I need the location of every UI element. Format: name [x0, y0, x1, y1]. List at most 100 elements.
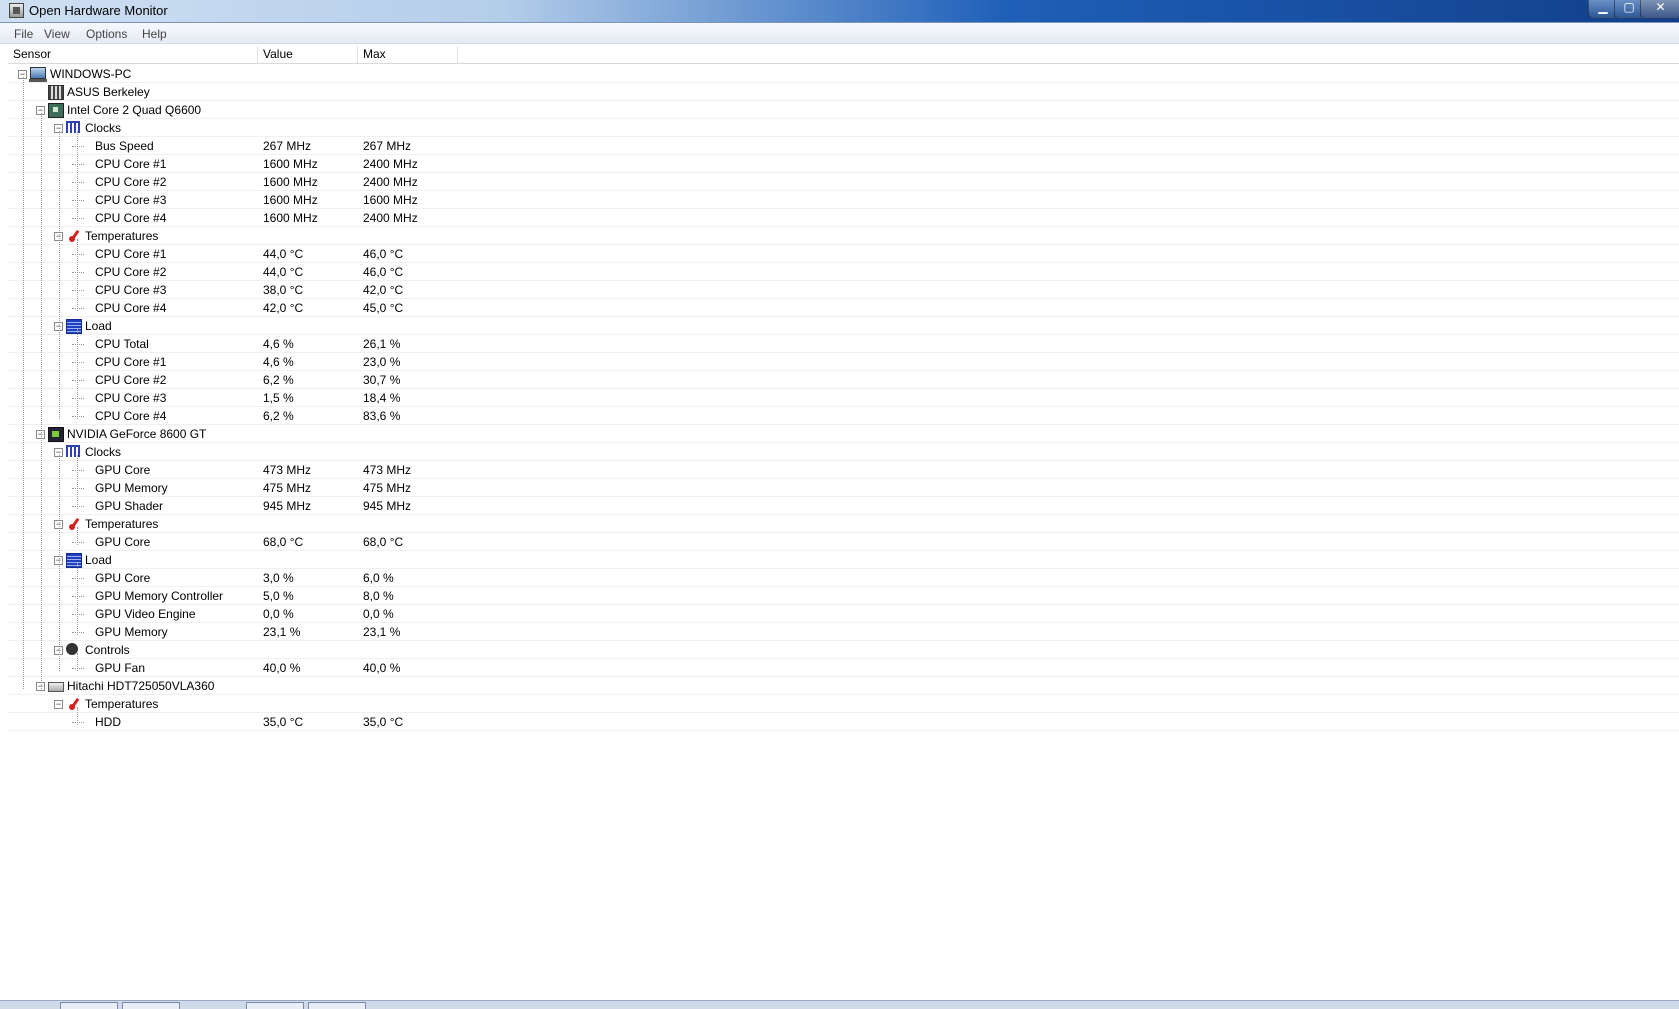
sensor-label: CPU Total	[95, 337, 149, 351]
sensor-row[interactable]: CPU Total 4,6 % 26,1 %	[8, 335, 1679, 353]
collapse-toggle[interactable]: −	[54, 700, 63, 709]
sensor-row[interactable]: CPU Core #4 1600 MHz 2400 MHz	[8, 209, 1679, 227]
sensor-label: ASUS Berkeley	[67, 85, 150, 99]
tree-node-row[interactable]: − Temperatures	[8, 227, 1679, 245]
sensor-max: 0,0 %	[363, 607, 394, 621]
tree-connector	[72, 200, 84, 201]
tree-connector	[59, 455, 60, 671]
taskbar-tab[interactable]	[308, 1002, 366, 1009]
column-header-sensor[interactable]: Sensor	[8, 46, 258, 63]
sensor-row[interactable]: CPU Core #3 1600 MHz 1600 MHz	[8, 191, 1679, 209]
load-icon	[66, 319, 82, 334]
tree-node-row[interactable]: − Intel Core 2 Quad Q6600	[8, 101, 1679, 119]
sensor-max: 68,0 °C	[363, 535, 404, 549]
sensor-row[interactable]: GPU Memory 23,1 % 23,1 %	[8, 623, 1679, 641]
close-button[interactable]: ✕	[1640, 0, 1679, 18]
menu-options[interactable]: Options	[86, 27, 127, 41]
sensor-row[interactable]: GPU Core 473 MHz 473 MHz	[8, 461, 1679, 479]
sensor-value: 3,0 %	[263, 571, 294, 585]
sensor-max: 2400 MHz	[363, 175, 418, 189]
sensor-row[interactable]: CPU Core #2 6,2 % 30,7 %	[8, 371, 1679, 389]
tree-node-row[interactable]: − WINDOWS-PC	[8, 65, 1679, 83]
sensor-max: 475 MHz	[363, 481, 412, 495]
sensor-row[interactable]: CPU Core #1 44,0 °C 46,0 °C	[8, 245, 1679, 263]
sensor-value: 42,0 °C	[263, 301, 304, 315]
sensor-max: 267 MHz	[363, 139, 412, 153]
sensor-row[interactable]: GPU Memory Controller 5,0 % 8,0 %	[8, 587, 1679, 605]
tree-connector	[41, 113, 42, 689]
tree-connector	[72, 668, 84, 669]
sensor-label: Load	[85, 553, 112, 567]
tree-node-row[interactable]: − Hitachi HDT725050VLA360	[8, 677, 1679, 695]
app-icon[interactable]	[9, 3, 24, 18]
tree-connector	[72, 506, 84, 507]
tree-node-row[interactable]: − Load	[8, 551, 1679, 569]
sensor-value: 6,2 %	[263, 373, 294, 387]
sensor-label: Temperatures	[85, 697, 159, 711]
tree-node-row[interactable]: − Clocks	[8, 119, 1679, 137]
sensor-label: Intel Core 2 Quad Q6600	[67, 103, 202, 117]
tree-node-row[interactable]: − Load	[8, 317, 1679, 335]
tree-node-row[interactable]: − Clocks	[8, 443, 1679, 461]
title-bar[interactable]: Open Hardware Monitor ▁ ▢ ✕	[0, 0, 1679, 23]
tree-connector	[77, 239, 78, 311]
sensor-value: 23,1 %	[263, 625, 301, 639]
sensor-label: CPU Core #3	[95, 283, 167, 297]
sensor-label: CPU Core #1	[95, 247, 167, 261]
tree-connector	[77, 707, 78, 725]
tree-node-row[interactable]: ASUS Berkeley	[8, 83, 1679, 101]
tree-connector	[77, 329, 78, 419]
tree-node-row[interactable]: − Temperatures	[8, 695, 1679, 713]
sensor-row[interactable]: GPU Core 68,0 °C 68,0 °C	[8, 533, 1679, 551]
sensor-row[interactable]: GPU Shader 945 MHz 945 MHz	[8, 497, 1679, 515]
sensor-row[interactable]: CPU Core #3 38,0 °C 42,0 °C	[8, 281, 1679, 299]
sensor-row[interactable]: CPU Core #1 1600 MHz 2400 MHz	[8, 155, 1679, 173]
menu-help[interactable]: Help	[142, 27, 167, 41]
tree-node-row[interactable]: − Controls	[8, 641, 1679, 659]
tree-connector	[72, 218, 84, 219]
taskbar-tab[interactable]	[60, 1002, 118, 1009]
column-header-value[interactable]: Value	[258, 46, 358, 63]
sensor-row[interactable]: GPU Video Engine 0,0 % 0,0 %	[8, 605, 1679, 623]
sensor-label: GPU Core	[95, 571, 151, 585]
sensor-row[interactable]: Bus Speed 267 MHz 267 MHz	[8, 137, 1679, 155]
sensor-max: 8,0 %	[363, 589, 394, 603]
sensor-value: 1600 MHz	[263, 157, 318, 171]
sensor-max: 2400 MHz	[363, 157, 418, 171]
sensor-row[interactable]: CPU Core #4 6,2 % 83,6 %	[8, 407, 1679, 425]
sensor-row[interactable]: GPU Core 3,0 % 6,0 %	[8, 569, 1679, 587]
sensor-row[interactable]: HDD 35,0 °C 35,0 °C	[8, 713, 1679, 731]
board-icon	[48, 85, 64, 100]
sensor-value: 5,0 %	[263, 589, 294, 603]
tree-node-row[interactable]: − NVIDIA GeForce 8600 GT	[8, 425, 1679, 443]
sensor-label: CPU Core #1	[95, 355, 167, 369]
tree-node-row[interactable]: − Temperatures	[8, 515, 1679, 533]
taskbar-edge	[0, 1000, 1679, 1009]
sensor-label: Temperatures	[85, 517, 159, 531]
sensor-value: 1600 MHz	[263, 193, 318, 207]
sensor-row[interactable]: CPU Core #2 44,0 °C 46,0 °C	[8, 263, 1679, 281]
sensor-max: 23,1 %	[363, 625, 401, 639]
column-header-max[interactable]: Max	[358, 46, 458, 63]
taskbar-tab[interactable]	[122, 1002, 180, 1009]
sensor-row[interactable]: GPU Fan 40,0 % 40,0 %	[8, 659, 1679, 677]
sensor-max: 45,0 °C	[363, 301, 404, 315]
sensor-max: 35,0 °C	[363, 715, 404, 729]
sensor-label: GPU Core	[95, 535, 151, 549]
sensor-row[interactable]: CPU Core #2 1600 MHz 2400 MHz	[8, 173, 1679, 191]
sensor-max: 6,0 %	[363, 571, 394, 585]
tree-connector	[72, 164, 84, 165]
sensor-tree[interactable]: − WINDOWS-PC ASUS Berkeley − Intel Core 2 Qu…	[8, 65, 1679, 731]
menu-file[interactable]: File	[14, 27, 33, 41]
tree-connector	[72, 470, 84, 471]
menu-view[interactable]: View	[44, 27, 70, 41]
sensor-row[interactable]: CPU Core #3 1,5 % 18,4 %	[8, 389, 1679, 407]
sensor-max: 473 MHz	[363, 463, 412, 477]
taskbar-tab[interactable]	[246, 1002, 304, 1009]
sensor-label: CPU Core #4	[95, 301, 167, 315]
sensor-row[interactable]: CPU Core #4 42,0 °C 45,0 °C	[8, 299, 1679, 317]
sensor-value: 68,0 °C	[263, 535, 304, 549]
tree-connector	[77, 653, 78, 671]
sensor-row[interactable]: CPU Core #1 4,6 % 23,0 %	[8, 353, 1679, 371]
sensor-row[interactable]: GPU Memory 475 MHz 475 MHz	[8, 479, 1679, 497]
